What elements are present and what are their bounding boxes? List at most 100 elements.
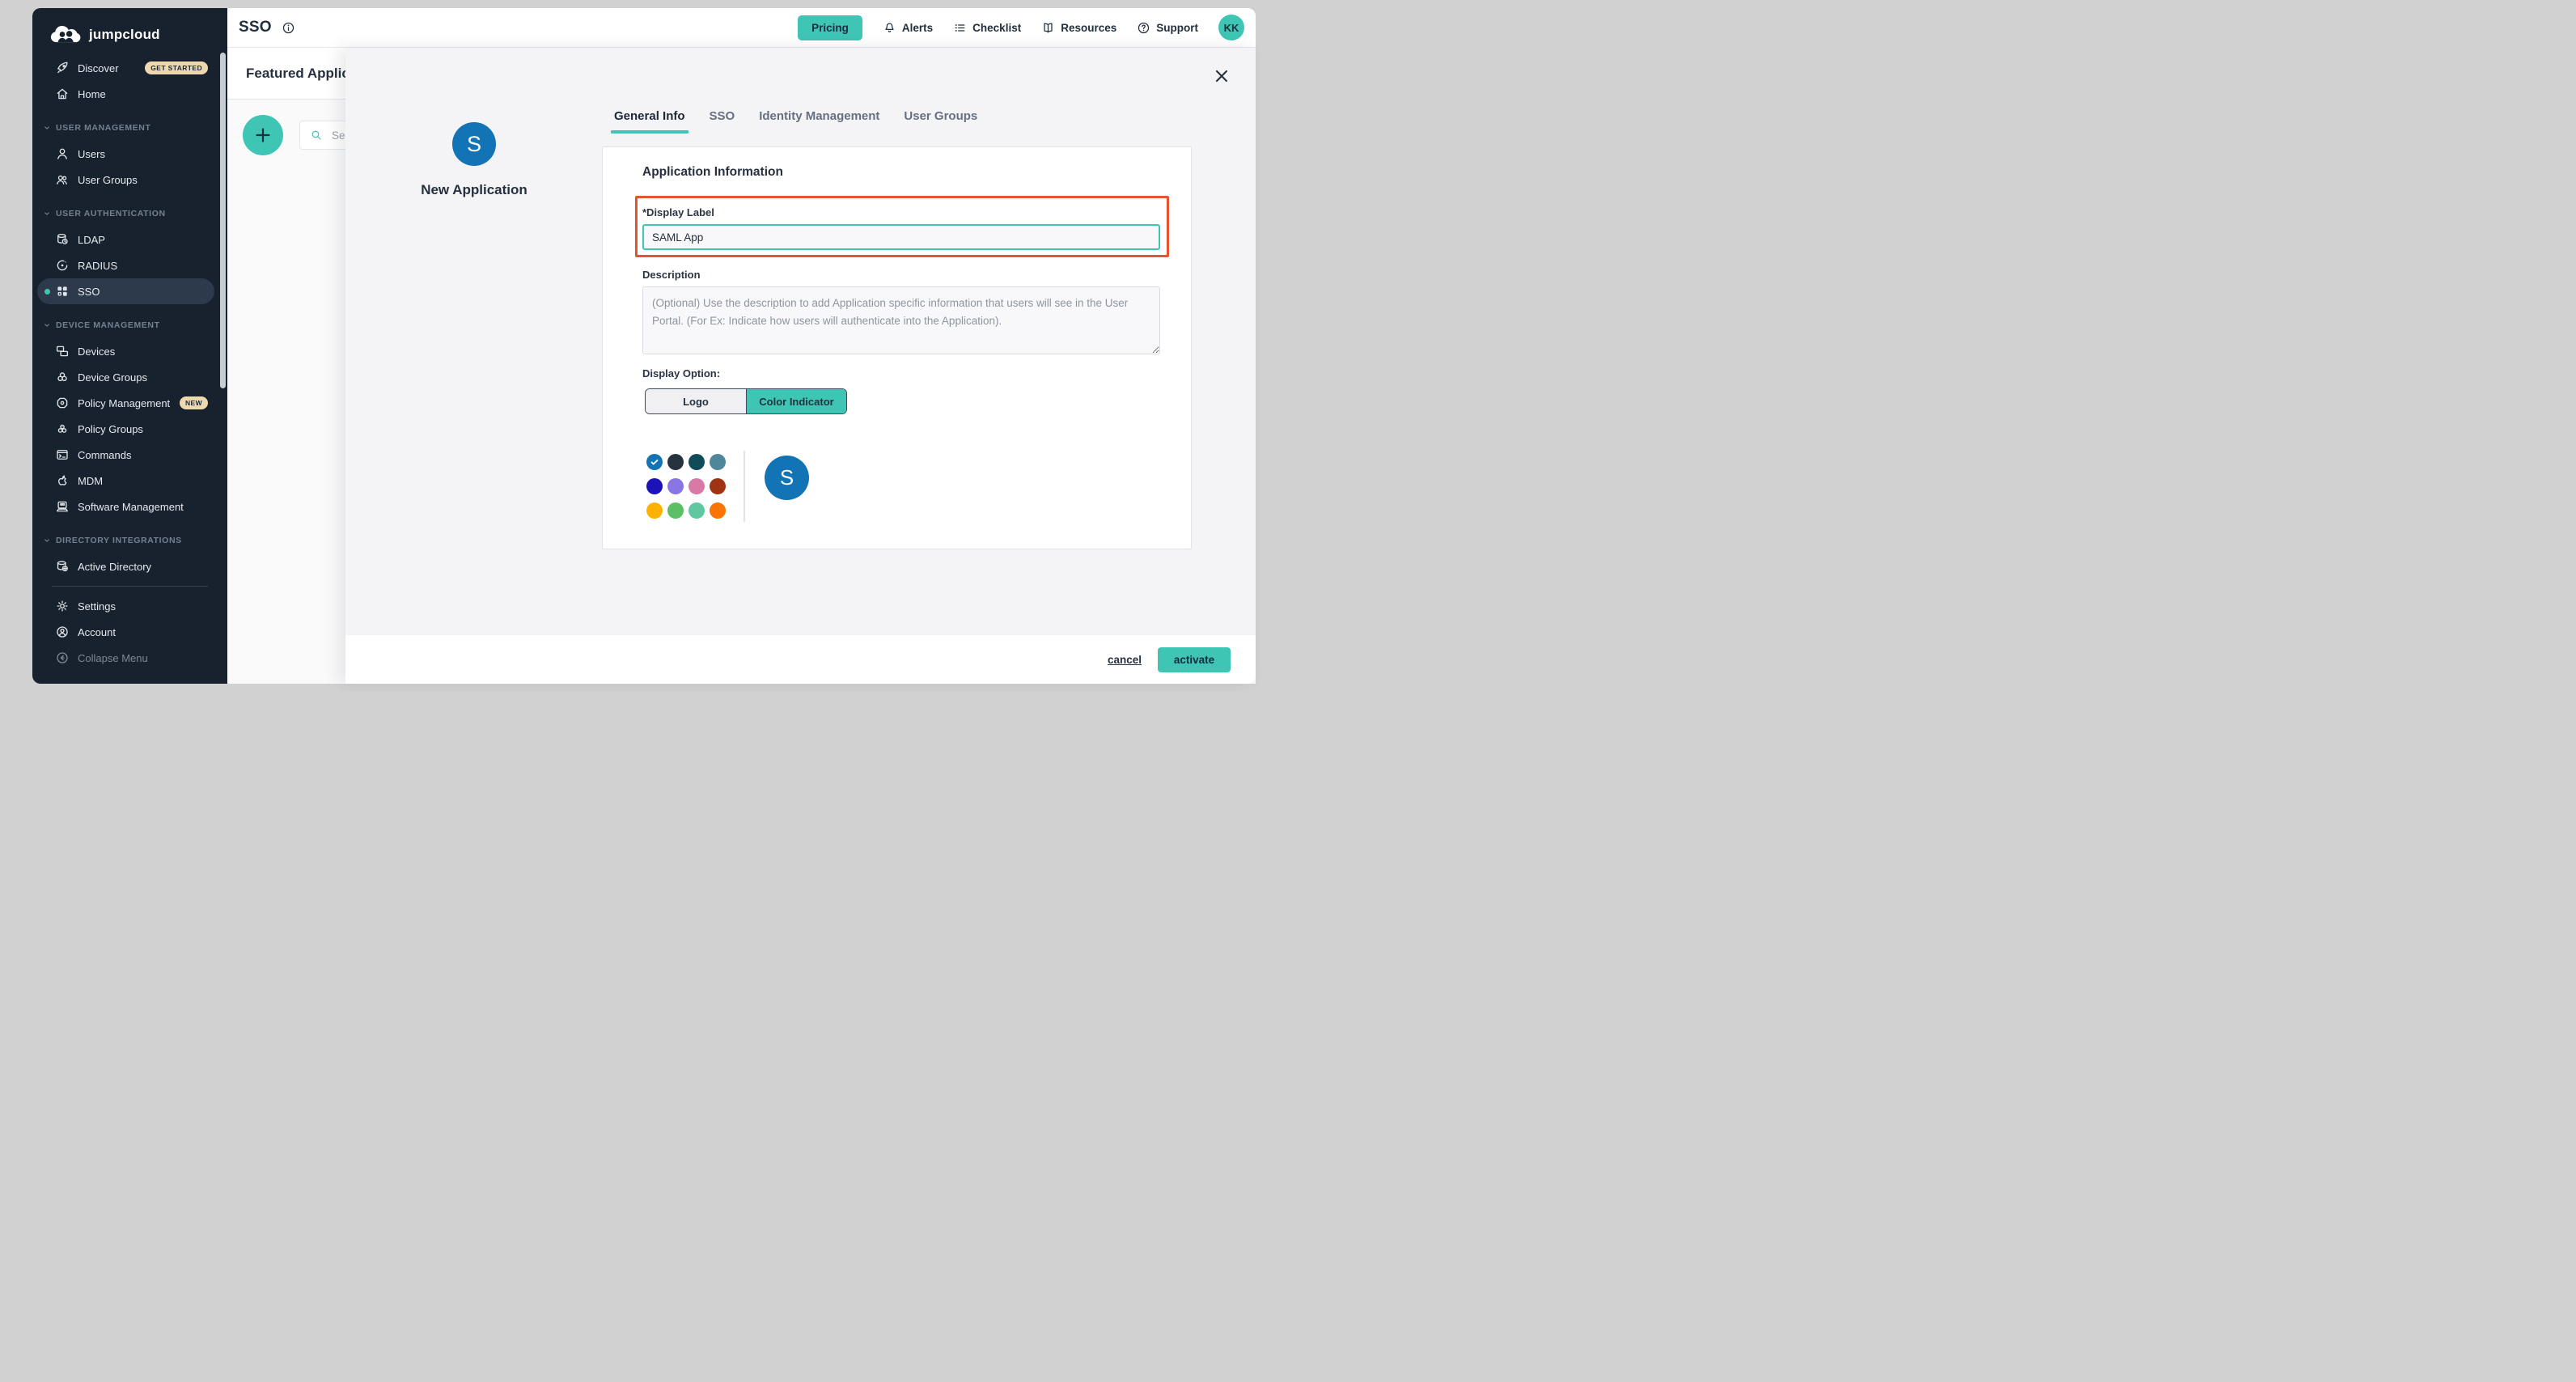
sidebar-scrollbar[interactable] [220, 53, 226, 388]
support-button[interactable]: Support [1137, 21, 1198, 35]
software-icon [55, 499, 70, 514]
sidebar-item-discover[interactable]: DiscoverGET STARTED [37, 55, 214, 81]
apple-icon [55, 473, 70, 488]
color-swatch-8[interactable] [646, 502, 663, 519]
sidebar-item-sso[interactable]: SSO [37, 278, 214, 304]
sidebar-item-mdm[interactable]: MDM [37, 468, 214, 494]
topbar: SSO Pricing Alerts Checklist Resources [227, 8, 1256, 48]
plus-icon [253, 125, 273, 145]
color-swatch-7[interactable] [710, 478, 726, 494]
cancel-link[interactable]: cancel [1108, 654, 1142, 666]
close-icon[interactable] [1212, 67, 1231, 87]
sidebar-item-software-management[interactable]: Software Management [37, 494, 214, 519]
sidebar-item-label: Devices [78, 346, 115, 358]
new-application-title: New Application [377, 182, 571, 198]
card-title: Application Information [642, 165, 783, 180]
color-swatch-9[interactable] [667, 502, 684, 519]
sidebar-item-settings[interactable]: Settings [37, 593, 214, 619]
sidebar-item-policy-management[interactable]: Policy ManagementNEW [37, 390, 214, 416]
sidebar-divider [52, 586, 208, 587]
question-icon [1137, 21, 1150, 35]
search-icon [310, 129, 323, 142]
checklist-label: Checklist [972, 22, 1021, 34]
color-swatch-2[interactable] [688, 454, 705, 470]
activate-button[interactable]: activate [1158, 647, 1231, 672]
radius-icon [55, 258, 70, 273]
sidebar-item-active-directory[interactable]: Active Directory [37, 553, 214, 579]
modal-tabs: General Info SSO Identity Management User G… [614, 109, 977, 134]
color-indicator-option[interactable]: Color Indicator [746, 389, 846, 413]
color-swatch-11[interactable] [710, 502, 726, 519]
display-option-label: Display Option: [642, 367, 720, 379]
sidebar-item-label: Collapse Menu [78, 652, 148, 664]
bell-icon [883, 21, 896, 35]
sidebar-section-user-management[interactable]: USER MANAGEMENT [32, 115, 227, 141]
tab-general-info[interactable]: General Info [614, 109, 685, 134]
account-icon [55, 625, 70, 639]
alerts-button[interactable]: Alerts [883, 21, 933, 35]
sidebar-item-label: Active Directory [78, 561, 151, 573]
color-swatch-0[interactable] [646, 454, 663, 470]
color-swatch-5[interactable] [667, 478, 684, 494]
display-label-input[interactable] [642, 224, 1160, 250]
avatar[interactable]: KK [1218, 15, 1244, 40]
device-group-icon [55, 370, 70, 384]
sso-grid-icon [55, 284, 70, 299]
chevron-down-icon [43, 536, 51, 545]
sidebar-section-device-management[interactable]: DEVICE MANAGEMENT [32, 312, 227, 338]
sidebar-item-label: Policy Management [78, 397, 170, 409]
app-window: jumpcloud DiscoverGET STARTEDHome USER MA… [32, 8, 1256, 684]
color-swatch-1[interactable] [667, 454, 684, 470]
sidebar-section-directory-integrations[interactable]: DIRECTORY INTEGRATIONS [32, 528, 227, 553]
cloud-logo-icon [50, 26, 83, 44]
color-swatch-3[interactable] [710, 454, 726, 470]
checklist-icon [953, 21, 967, 35]
sidebar-item-label: Settings [78, 600, 116, 613]
featured-applications-heading: Featured Applica [246, 66, 357, 82]
color-swatch-6[interactable] [688, 478, 705, 494]
devices-icon [55, 344, 70, 358]
sidebar-item-label: Device Groups [78, 371, 147, 384]
sidebar-item-commands[interactable]: Commands [37, 442, 214, 468]
description-textarea[interactable] [642, 286, 1160, 354]
sidebar-section-label: DIRECTORY INTEGRATIONS [56, 536, 182, 545]
gear-icon [55, 599, 70, 613]
color-swatch-4[interactable] [646, 478, 663, 494]
sidebar-section-user-authentication[interactable]: USER AUTHENTICATION [32, 201, 227, 227]
ldap-database-icon [55, 232, 70, 247]
sidebar-item-users[interactable]: Users [37, 141, 214, 167]
sidebar-badge-get-started: GET STARTED [145, 61, 208, 74]
policy-icon [55, 396, 70, 410]
sidebar-item-ldap[interactable]: LDAP [37, 227, 214, 252]
add-application-button[interactable] [243, 115, 283, 155]
resources-button[interactable]: Resources [1041, 21, 1116, 35]
sidebar-item-collapse-menu[interactable]: Collapse Menu [37, 645, 214, 671]
sidebar-item-user-groups[interactable]: User Groups [37, 167, 214, 193]
color-swatch-10[interactable] [688, 502, 705, 519]
resources-label: Resources [1061, 22, 1116, 34]
collapse-icon [55, 651, 70, 665]
checklist-button[interactable]: Checklist [953, 21, 1021, 35]
sidebar-item-label: MDM [78, 475, 103, 487]
pricing-button[interactable]: Pricing [798, 15, 862, 40]
sidebar-item-label: LDAP [78, 234, 105, 246]
sidebar-item-policy-groups[interactable]: Policy Groups [37, 416, 214, 442]
topbar-actions: Pricing Alerts Checklist Resources Suppo… [798, 15, 1256, 40]
tab-sso[interactable]: SSO [710, 109, 735, 134]
info-icon[interactable] [282, 21, 295, 35]
chevron-down-icon [43, 321, 51, 329]
sidebar-item-devices[interactable]: Devices [37, 338, 214, 364]
sidebar-item-label: SSO [78, 286, 100, 298]
sidebar-item-label: Software Management [78, 501, 184, 513]
logo-option[interactable]: Logo [646, 389, 746, 413]
sidebar-item-home[interactable]: Home [37, 81, 214, 107]
page-title: SSO [239, 19, 272, 36]
sidebar-item-device-groups[interactable]: Device Groups [37, 364, 214, 390]
sidebar-item-radius[interactable]: RADIUS [37, 252, 214, 278]
sidebar-item-account[interactable]: Account [37, 619, 214, 645]
swatch-preview-divider [744, 451, 745, 522]
tab-identity-management[interactable]: Identity Management [759, 109, 879, 134]
modal-footer: cancel activate [345, 635, 1256, 684]
tab-user-groups[interactable]: User Groups [904, 109, 977, 134]
jumpcloud-logo[interactable]: jumpcloud [32, 8, 227, 44]
